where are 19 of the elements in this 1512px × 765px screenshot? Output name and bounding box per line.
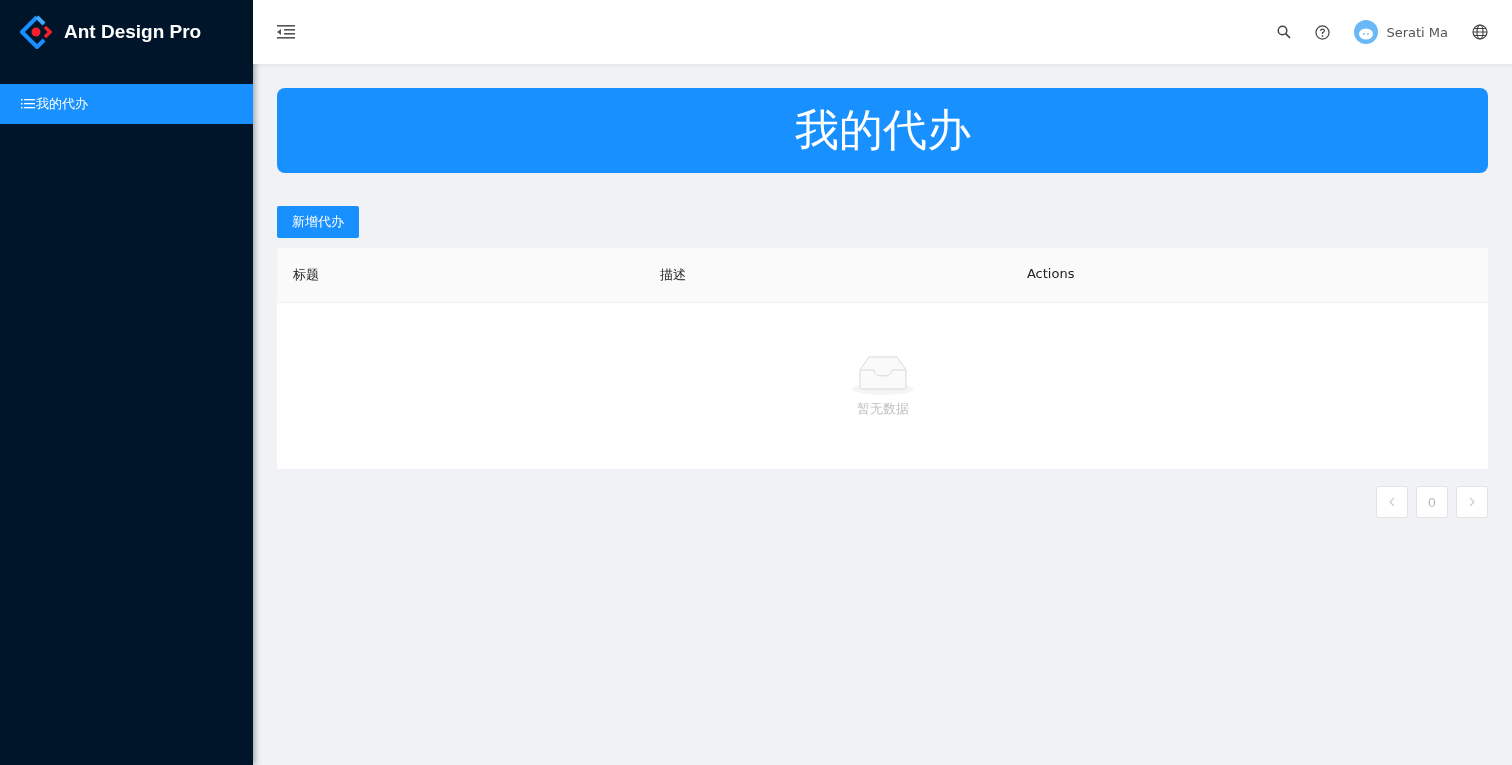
banner-title: 我的代办: [794, 103, 971, 157]
chevron-right-icon: [1467, 497, 1477, 507]
sidebar-item[interactable]: 我的代办: [0, 84, 253, 124]
menu-fold-icon[interactable]: [277, 24, 295, 40]
user-name[interactable]: Serati Ma: [1386, 24, 1448, 40]
column-header: Actions: [1025, 265, 1076, 283]
globe-icon[interactable]: [1472, 24, 1488, 40]
column-header: 标题: [292, 266, 320, 284]
page-number-button[interactable]: 0: [1416, 486, 1448, 518]
list-icon: [21, 98, 35, 110]
help-icon[interactable]: [1315, 24, 1331, 40]
empty-inbox-icon: [850, 354, 915, 396]
search-icon[interactable]: [1277, 25, 1292, 39]
chevron-left-icon: [1387, 497, 1397, 507]
column-header: 描述: [658, 266, 687, 284]
empty-message: 暂无数据: [856, 400, 909, 418]
logo-icon: [20, 15, 54, 49]
add-todo-button[interactable]: 新增代办: [277, 206, 359, 238]
app-title: Ant Design Pro: [64, 21, 202, 43]
